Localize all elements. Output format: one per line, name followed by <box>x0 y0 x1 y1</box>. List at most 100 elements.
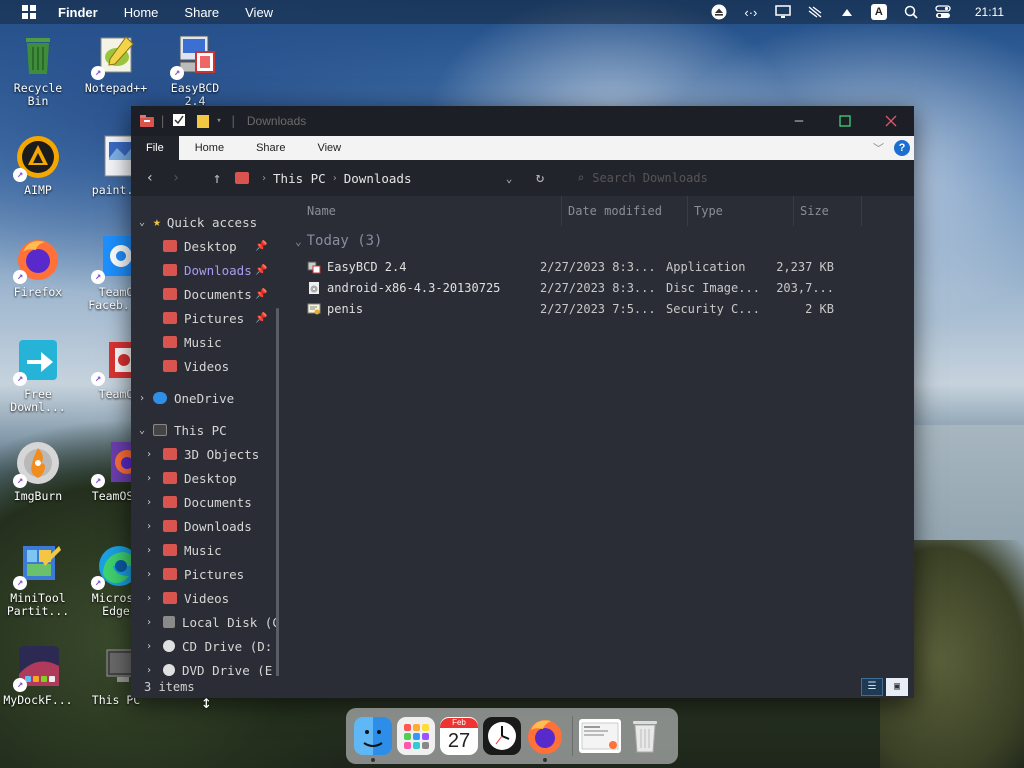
maximize-button[interactable] <box>822 106 868 136</box>
collapse-chevron-icon[interactable]: ⌄ <box>136 425 148 436</box>
shortcut-arrow-icon: ↗ <box>13 372 27 386</box>
network-disabled-icon[interactable] <box>807 4 823 20</box>
expand-chevron-icon[interactable]: › <box>143 473 155 484</box>
dock-trash-icon[interactable] <box>626 717 664 755</box>
desktop-icon-easybcd[interactable]: ↗ EasyBCD 2.4 <box>160 32 230 108</box>
large-icons-view-button[interactable]: ▣ <box>886 678 908 696</box>
breadcrumb-downloads[interactable]: Downloads <box>344 171 412 186</box>
breadcrumb[interactable]: › This PC › Downloads <box>235 171 497 186</box>
tab-share[interactable]: Share <box>240 136 301 160</box>
column-header-name[interactable]: Name <box>281 196 562 226</box>
search-input[interactable]: Search Downloads <box>592 171 708 185</box>
nav-pc-music[interactable]: › Music <box>131 538 281 562</box>
search-box[interactable]: ⌕ Search Downloads <box>569 165 899 191</box>
menubar-app-name[interactable]: Finder <box>58 5 98 20</box>
desktop-icon-imgburn[interactable]: ↗ ImgBurn <box>3 440 73 503</box>
expand-chevron-icon[interactable]: › <box>143 521 155 532</box>
expand-chevron-icon[interactable]: › <box>143 449 155 460</box>
nav-pc-downloads[interactable]: › Downloads <box>131 514 281 538</box>
nav-pc-dvd-drive[interactable]: › DVD Drive (E <box>131 658 281 676</box>
back-button[interactable]: ‹ <box>137 170 163 186</box>
table-row[interactable]: EasyBCD 2.4 2/27/2023 8:3... Application… <box>281 256 914 277</box>
nav-pc-documents[interactable]: › Documents <box>131 490 281 514</box>
collapse-chevron-icon[interactable]: ⌄ <box>136 217 148 228</box>
column-header-type[interactable]: Type <box>688 196 794 226</box>
shortcut-arrow-icon: ↗ <box>91 372 105 386</box>
display-icon[interactable] <box>775 4 791 20</box>
windows-start-icon[interactable] <box>22 5 36 19</box>
minimize-button[interactable]: — <box>776 106 822 136</box>
expand-ribbon-chevron-icon[interactable]: ﹀ <box>873 140 884 156</box>
expand-chevron-icon[interactable]: › <box>143 497 155 508</box>
dock-minimized-window-thumbnail[interactable] <box>579 719 621 753</box>
nav-pc-videos[interactable]: › Videos <box>131 586 281 610</box>
quick-access-toolbar-dropdown-icon[interactable]: ▾ <box>216 116 221 126</box>
details-view-button[interactable]: ☰ <box>861 678 883 696</box>
expand-chevron-icon[interactable]: › <box>136 393 148 404</box>
expand-chevron-icon[interactable]: › <box>143 641 155 652</box>
nav-pc-3d-objects[interactable]: › 3D Objects <box>131 442 281 466</box>
expand-chevron-icon[interactable]: › <box>143 665 155 676</box>
address-history-dropdown-icon[interactable]: ⌄ <box>499 172 519 185</box>
forward-button[interactable]: › <box>163 170 189 186</box>
up-button[interactable]: ↑ <box>207 169 227 187</box>
dock-finder-icon[interactable] <box>354 717 392 762</box>
dock-clock-icon[interactable] <box>483 717 521 755</box>
close-button[interactable] <box>868 106 914 136</box>
easybcd-file-icon <box>307 260 321 274</box>
tray-up-icon[interactable] <box>839 4 855 20</box>
desktop-icon-free-download[interactable]: ↗ Free Downl... <box>3 338 73 414</box>
nav-pc-desktop[interactable]: › Desktop <box>131 466 281 490</box>
dock-firefox-icon[interactable] <box>526 717 564 762</box>
menubar-item-view[interactable]: View <box>245 5 273 20</box>
nav-quick-videos[interactable]: Videos <box>131 354 281 378</box>
eject-icon[interactable] <box>711 4 727 20</box>
desktop-icon-minitool[interactable]: ↗ MiniTool Partit... <box>3 542 73 618</box>
desktop-icon-mydock[interactable]: ↗ MyDockF... <box>3 644 73 707</box>
desktop-icon-recycle-bin[interactable]: Recycle Bin <box>3 32 73 108</box>
refresh-button[interactable]: ↻ <box>525 170 555 186</box>
navigation-pane-scrollbar[interactable] <box>276 308 279 676</box>
input-language-icon[interactable]: A <box>870 4 887 20</box>
expand-chevron-icon[interactable]: › <box>143 593 155 604</box>
dock-calendar-icon[interactable]: Feb 27 <box>440 717 478 755</box>
breadcrumb-this-pc[interactable]: This PC <box>273 171 326 186</box>
column-header-size[interactable]: Size <box>794 196 862 226</box>
nav-pc-pictures[interactable]: › Pictures <box>131 562 281 586</box>
column-header-date-modified[interactable]: Date modified <box>562 196 688 226</box>
desktop-icon-aimp[interactable]: ↗ AIMP <box>3 134 73 197</box>
desktop-icon-notepadpp[interactable]: ↗ Notepad++ <box>81 32 151 95</box>
nav-quick-desktop[interactable]: Desktop 📌 <box>131 234 281 258</box>
menubar-clock[interactable]: 21:11 <box>975 5 1004 19</box>
pictures-folder-icon <box>163 568 177 580</box>
tab-file[interactable]: File <box>131 136 179 160</box>
table-row[interactable]: penis 2/27/2023 7:5... Security C... 2 K… <box>281 298 914 319</box>
nav-quick-documents[interactable]: Documents 📌 <box>131 282 281 306</box>
control-center-icon[interactable] <box>935 4 951 20</box>
group-header-today[interactable]: ⌄ Today (3) <box>281 226 914 256</box>
nav-quick-downloads[interactable]: Downloads 📌 <box>131 258 281 282</box>
desktop-icon-firefox[interactable]: ↗ Firefox <box>3 236 73 299</box>
window-titlebar[interactable]: | ▾ | Downloads — <box>131 106 914 136</box>
nav-quick-pictures[interactable]: Pictures 📌 <box>131 306 281 330</box>
table-row[interactable]: android-x86-4.3-20130725 2/27/2023 8:3..… <box>281 277 914 298</box>
nav-quick-music[interactable]: Music <box>131 330 281 354</box>
help-icon[interactable]: ? <box>894 140 910 156</box>
search-icon[interactable] <box>903 4 919 20</box>
dock-launchpad-icon[interactable] <box>397 717 435 755</box>
nav-pc-cd-drive[interactable]: › CD Drive (D: <box>131 634 281 658</box>
expand-chevron-icon[interactable]: › <box>143 545 155 556</box>
nav-onedrive[interactable]: › OneDrive <box>131 386 281 410</box>
tab-view[interactable]: View <box>301 136 357 160</box>
expand-chevron-icon[interactable]: › <box>143 617 155 628</box>
new-folder-icon[interactable] <box>196 113 212 129</box>
menubar-item-home[interactable]: Home <box>124 5 159 20</box>
code-arrows-icon[interactable]: ‹·› <box>743 4 759 20</box>
nav-pc-local-disk[interactable]: › Local Disk (C <box>131 610 281 634</box>
nav-quick-access[interactable]: ⌄ ★ Quick access <box>131 210 281 234</box>
tab-home[interactable]: Home <box>179 136 240 160</box>
nav-this-pc[interactable]: ⌄ This PC <box>131 418 281 442</box>
menubar-item-share[interactable]: Share <box>184 5 219 20</box>
expand-chevron-icon[interactable]: › <box>143 569 155 580</box>
properties-checkbox-icon[interactable] <box>172 113 188 129</box>
